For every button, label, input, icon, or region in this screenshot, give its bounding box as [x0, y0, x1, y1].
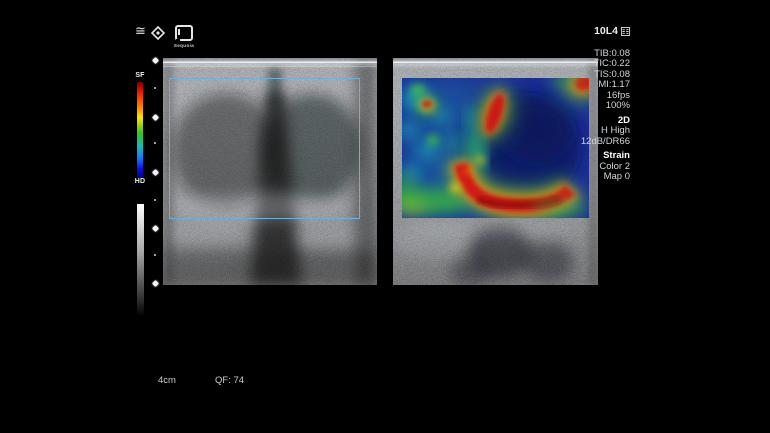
grayscale-bar [137, 204, 144, 316]
depth-tick-minor [154, 199, 156, 201]
strain-color-scale [137, 82, 143, 178]
crosshair-icon [151, 26, 165, 40]
logo-mark-icon [175, 25, 193, 41]
depth-label: 4cm [158, 375, 176, 386]
brand-name: Sequoia [172, 43, 196, 48]
mi-value: MI:1.17 [581, 80, 630, 91]
roi-box[interactable] [169, 78, 360, 219]
probe-row: 10L4 [581, 26, 630, 37]
ultrasound-scene [0, 0, 770, 433]
quality-factor-label: QF: 74 [215, 375, 244, 386]
status-column: 10L4 TIB:0.08 TIC:0.22 TIS:0.08 MI:1.17 … [581, 26, 630, 183]
transducer-icon [621, 27, 630, 36]
gain-value: H High [581, 126, 630, 137]
strain-scale-hard-label: HD [132, 178, 148, 185]
depth-tick-minor [154, 142, 156, 144]
db-dr-value: 12dB/DR66 [581, 137, 630, 148]
power-value: 100% [581, 101, 630, 112]
elastography-overlay [390, 68, 603, 218]
tic-value: TIC:0.22 [581, 59, 630, 70]
ultrasound-screen: ≅ Sequoia SF HD 10L4 [0, 0, 770, 433]
strain-scale-soft-label: SF [132, 72, 148, 79]
approx-equal-icon: ≅ [135, 24, 146, 37]
strain-map-value: Map 0 [581, 172, 630, 183]
depth-tick-minor [154, 87, 156, 89]
depth-tick-minor [154, 254, 156, 256]
brand-logo: Sequoia [172, 25, 196, 48]
transducer-label: 10L4 [594, 26, 618, 37]
strain-title: Strain [581, 151, 630, 162]
